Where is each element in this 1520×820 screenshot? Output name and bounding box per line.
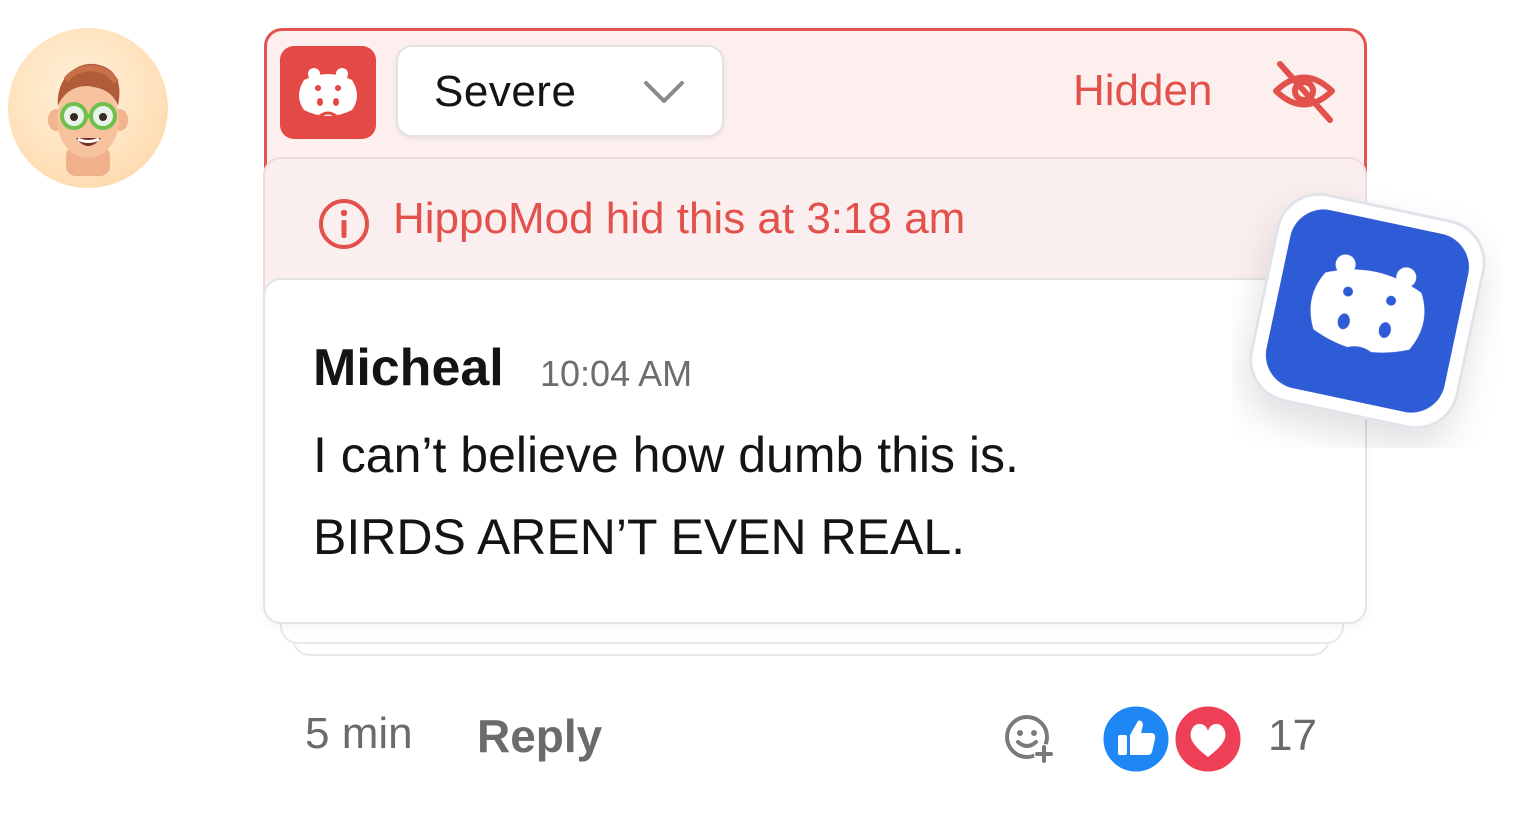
thumbs-up-icon[interactable] <box>1100 703 1172 775</box>
comment-author[interactable]: Micheal <box>313 338 504 398</box>
add-reaction-icon[interactable] <box>1002 712 1058 768</box>
comment-body-line: I can’t believe how dumb this is. <box>313 427 1019 483</box>
comment-body-line: BIRDS AREN’T EVEN REAL. <box>313 509 966 565</box>
reaction-count: 17 <box>1268 711 1317 760</box>
hippomod-floating-badge <box>1232 178 1502 448</box>
info-icon <box>319 199 369 249</box>
severity-dropdown[interactable]: Severe <box>396 45 724 137</box>
hidden-status-label: Hidden <box>1073 66 1213 115</box>
heart-icon[interactable] <box>1172 703 1244 775</box>
eye-off-icon[interactable] <box>1270 58 1338 124</box>
reply-button[interactable]: Reply <box>477 709 602 763</box>
severity-value: Severe <box>434 67 577 116</box>
user-avatar[interactable] <box>8 28 168 188</box>
comment-age: 5 min <box>305 709 413 758</box>
hippomod-logo <box>280 46 376 139</box>
moderation-notice-text: HippoMod hid this at 3:18 am <box>393 194 966 243</box>
hippo-icon <box>299 68 357 118</box>
hippo-icon <box>1249 192 1486 430</box>
chevron-down-icon <box>644 81 684 103</box>
memoji-avatar-icon <box>48 63 128 176</box>
comment-timestamp: 10:04 AM <box>540 353 693 394</box>
